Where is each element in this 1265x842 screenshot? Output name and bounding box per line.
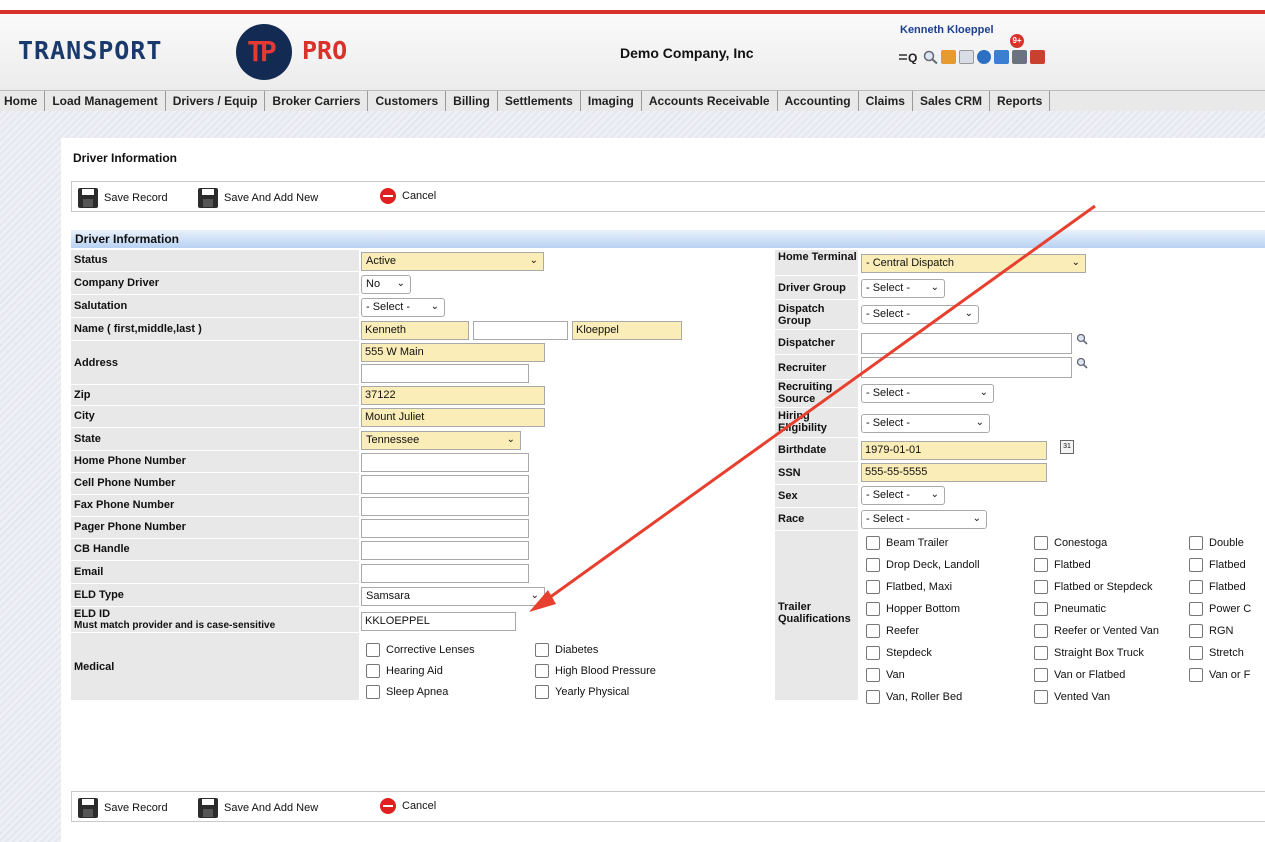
annotation-arrow bbox=[529, 204, 1096, 612]
